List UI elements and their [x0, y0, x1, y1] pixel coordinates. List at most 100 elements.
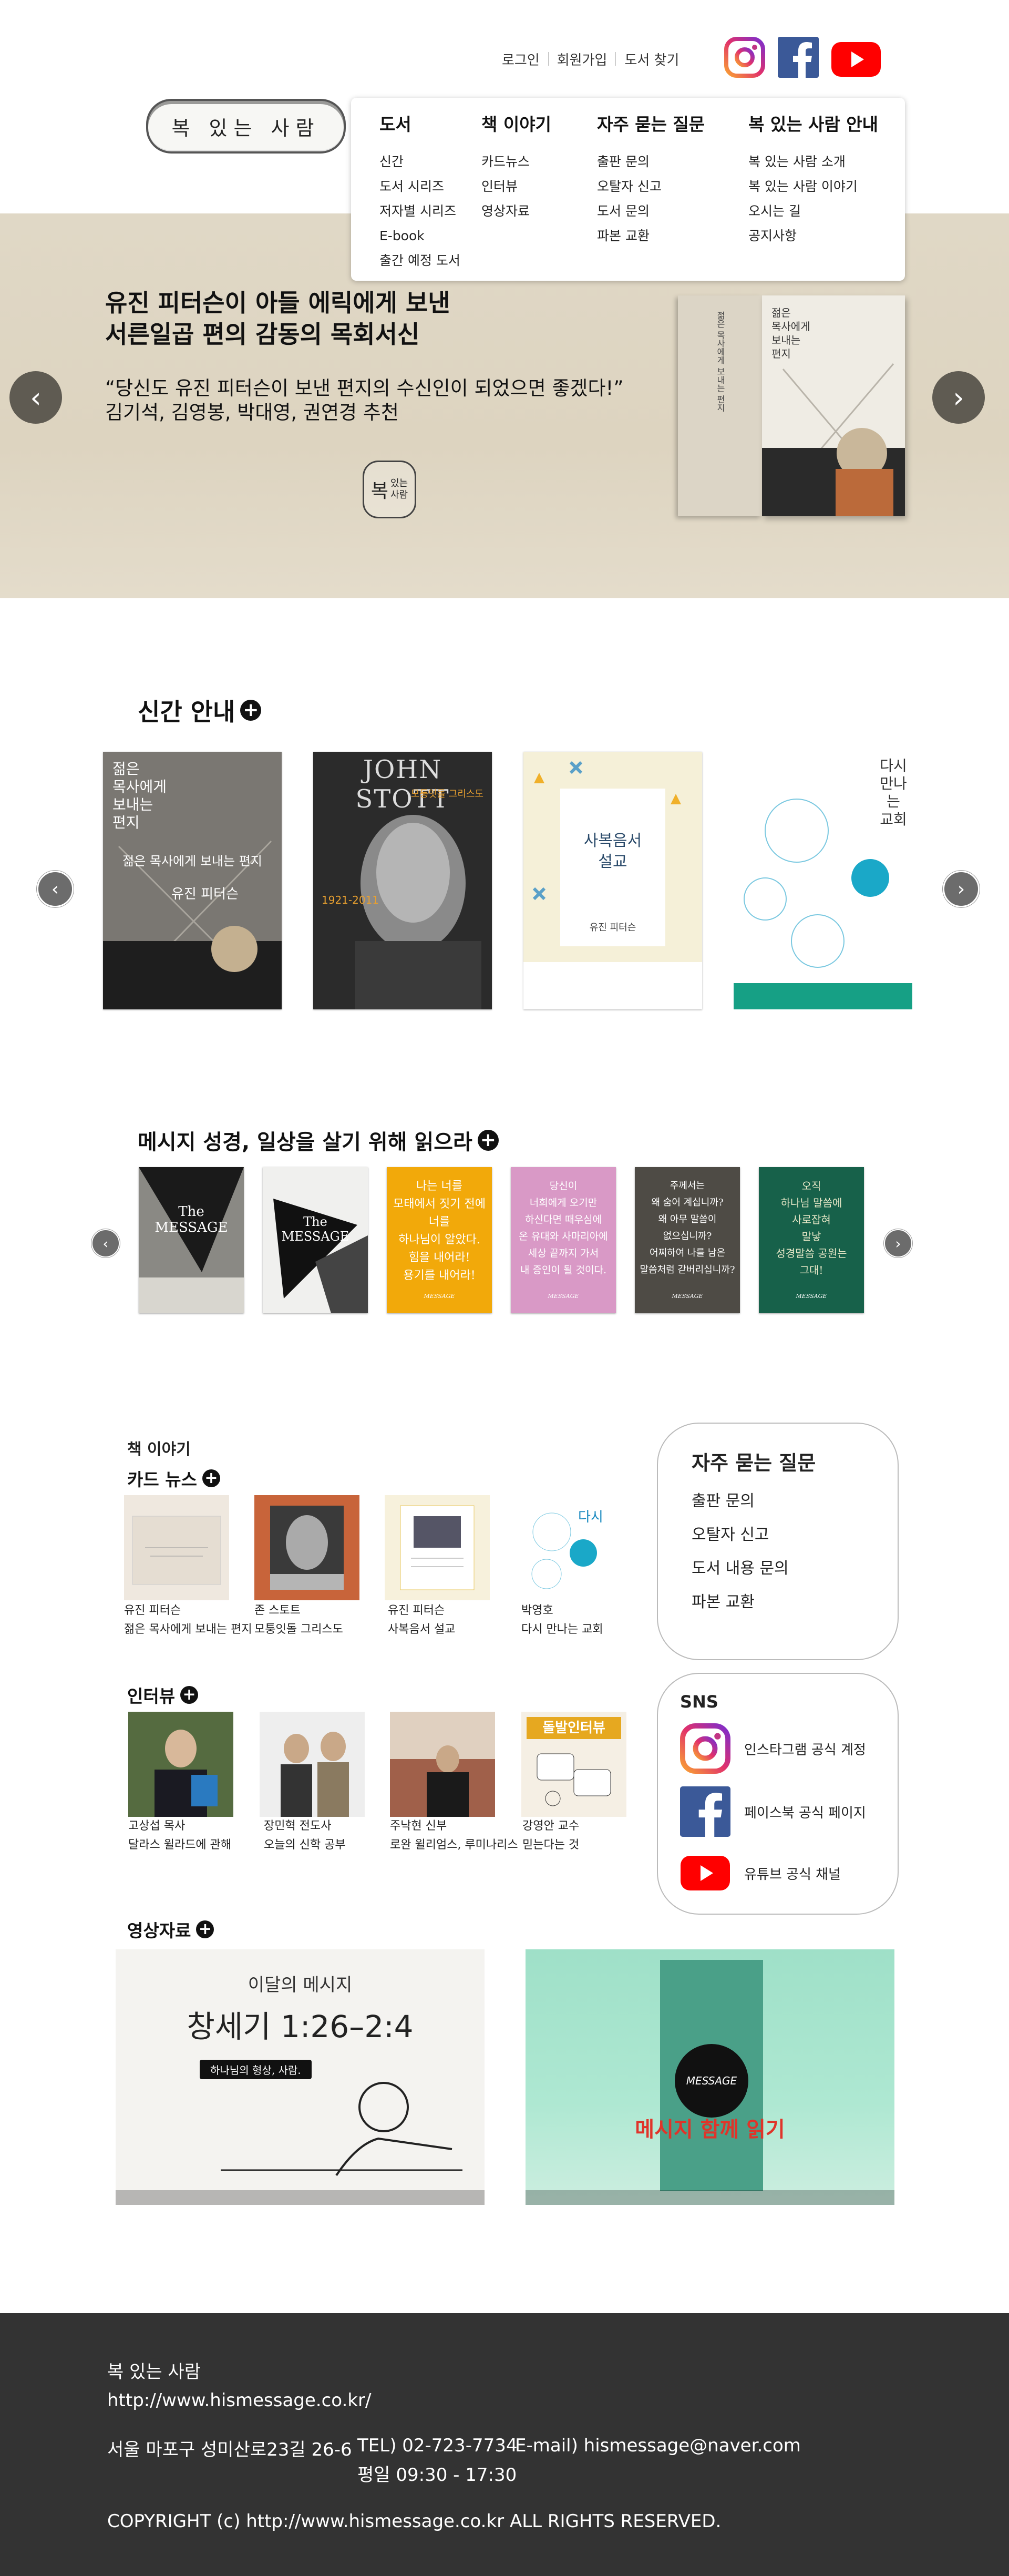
message-book-card[interactable]: The MESSAGE — [263, 1167, 368, 1313]
menu-item[interactable]: 카드뉴스 — [481, 149, 551, 174]
hero-next-button[interactable]: › — [932, 371, 985, 424]
caption-name: 강영안 교수 — [522, 1819, 580, 1833]
interview-thumb[interactable]: 돌발인터뷰 — [521, 1712, 626, 1817]
plus-circle-icon[interactable]: + — [202, 1469, 220, 1487]
card-news-thumb[interactable] — [385, 1495, 490, 1600]
menu-item[interactable]: E-book — [379, 223, 460, 248]
video-book: MESSAGE — [660, 1960, 763, 2191]
facebook-icon[interactable] — [778, 37, 819, 78]
faq-item[interactable]: 도서 내용 문의 — [692, 1552, 789, 1586]
sns-label: 인스타그램 공식 계정 — [744, 1742, 866, 1758]
section-title: 인터뷰 — [127, 1686, 176, 1706]
menu-item[interactable]: 저자별 시리즈 — [379, 199, 460, 223]
section-title: 영상자료 — [127, 1920, 191, 1941]
new-book-card[interactable]: JOHN STOTT 모퉁잇돌 그리스도 1921-2011 — [313, 752, 492, 1009]
menu-item[interactable]: 도서 문의 — [597, 199, 705, 223]
menu-title-about[interactable]: 복 있는 사람 안내 — [748, 110, 878, 136]
menu-item[interactable]: 영상자료 — [481, 199, 551, 223]
svg-text:다시: 다시 — [578, 1509, 603, 1525]
card-news-caption[interactable]: 유진 피터슨 젊은 목사에게 보내는 편지 — [124, 1601, 252, 1639]
footer-address: 서울 마포구 성미산로23길 26-6 — [107, 2439, 352, 2460]
menu-item[interactable]: 출판 문의 — [597, 149, 705, 174]
message-books-next-button[interactable]: › — [884, 1229, 912, 1258]
card-news-caption[interactable]: 유진 피터슨 사복음서 설교 — [388, 1601, 455, 1639]
hero-prev-button[interactable]: ‹ — [9, 371, 62, 424]
caption-name: 장민혁 전도사 — [264, 1819, 332, 1833]
section-title: 메시지 성경, 일상을 살기 위해 읽으라 — [138, 1130, 472, 1154]
instagram-icon[interactable] — [724, 37, 765, 78]
menu-item[interactable]: 오시는 길 — [748, 199, 878, 223]
book-subtitle: 모퉁잇돌 그리스도 — [410, 789, 483, 800]
menu-col-book-story: 책 이야기 카드뉴스 인터뷰 영상자료 — [481, 110, 551, 223]
menu-title-books[interactable]: 도서 — [379, 110, 460, 136]
menu-item[interactable]: 인터뷰 — [481, 174, 551, 199]
faq-item[interactable]: 오탈자 신고 — [692, 1518, 789, 1552]
card-news-thumb[interactable] — [254, 1495, 359, 1600]
menu-item[interactable]: 공지사항 — [748, 223, 878, 248]
menu-item[interactable]: 복 있는 사람 이야기 — [748, 174, 878, 199]
interview-caption[interactable]: 강영안 교수 믿는다는 것 — [522, 1817, 579, 1855]
video-player[interactable]: 이달의 메시지 창세기 1:26–2:4 하나님의 형상, 사람. — [116, 1949, 485, 2205]
plus-circle-icon[interactable]: + — [196, 1920, 214, 1938]
new-books-next-button[interactable]: › — [943, 871, 980, 907]
interview-caption[interactable]: 고상섭 목사 달라스 윌라드에 관해 — [128, 1817, 231, 1855]
sns-item-facebook[interactable]: 페이스북 공식 페이지 — [680, 1786, 866, 1837]
card-news-caption[interactable]: 박영호 다시 만나는 교회 — [521, 1601, 603, 1639]
interview-thumb[interactable] — [128, 1712, 233, 1817]
footer-url[interactable]: http://www.hismessage.co.kr/ — [107, 2390, 371, 2411]
menu-item[interactable]: 도서 시리즈 — [379, 174, 460, 199]
message-book-card[interactable]: 오직 하나님 말씀에 사로잡혀 말낳 성경말씀 공원는 그대! MESSAGE — [759, 1167, 864, 1313]
plus-circle-icon[interactable]: + — [180, 1686, 199, 1704]
interview-thumb[interactable] — [260, 1712, 365, 1817]
message-book-card[interactable]: The MESSAGE — [139, 1167, 244, 1313]
card-news-caption[interactable]: 존 스토트 모퉁잇돌 그리스도 — [254, 1601, 343, 1639]
login-link[interactable]: 로그인 — [502, 49, 540, 69]
video-controls[interactable] — [116, 2190, 485, 2205]
message-books-prev-button[interactable]: ‹ — [91, 1229, 120, 1258]
menu-title-book-story[interactable]: 책 이야기 — [481, 110, 551, 136]
new-books-prev-button[interactable]: ‹ — [37, 871, 74, 907]
chevron-left-icon: ‹ — [51, 878, 59, 900]
menu-item[interactable]: 출간 예정 도서 — [379, 248, 460, 273]
hero-title-line: 유진 피터슨이 아들 에릭에게 보낸 — [105, 289, 450, 317]
card-news-thumb[interactable] — [124, 1495, 229, 1600]
signup-link[interactable]: 회원가입 — [557, 49, 608, 69]
new-book-card[interactable]: 젊은 목사에게 보내는 편지 젊은 목사에게 보내는 편지 유진 피터슨 — [103, 752, 282, 1009]
plus-circle-icon[interactable]: + — [477, 1130, 499, 1151]
video-controls[interactable] — [526, 2190, 894, 2205]
interviews-heading[interactable]: 인터뷰 + — [127, 1682, 199, 1708]
menu-item[interactable]: 오탈자 신고 — [597, 174, 705, 199]
youtube-icon[interactable] — [831, 42, 881, 77]
logo[interactable]: 복 있는 사람 — [146, 99, 346, 154]
faq-item[interactable]: 출판 문의 — [692, 1485, 789, 1518]
message-books-heading[interactable]: 메시지 성경, 일상을 살기 위해 읽으라 + — [138, 1125, 499, 1156]
sns-item-youtube[interactable]: 유튜브 공식 채널 — [680, 1856, 841, 1890]
video-player[interactable]: MESSAGE 메시지 함께 읽기 — [526, 1949, 894, 2205]
menu-item[interactable]: 신간 — [379, 149, 460, 174]
interview-caption[interactable]: 주낙현 신부 로완 윌리엄스, 루미나리스 — [390, 1817, 518, 1855]
message-book-card[interactable]: 당신이 너희에게 오기만 하신다면 때우심에 온 유대와 사마리아에 세상 끝까… — [511, 1167, 616, 1313]
book-search-link[interactable]: 도서 찾기 — [624, 49, 679, 69]
chevron-right-icon: › — [953, 381, 964, 414]
footer-email[interactable]: E-mail) hismessage@naver.com — [515, 2435, 801, 2456]
interview-photo-art — [260, 1712, 365, 1817]
message-book-card[interactable]: 나는 너를 모태에서 짓기 전에 너를 하나님이 알았다. 힘을 내어라! 용기… — [387, 1167, 492, 1313]
menu-title-faq[interactable]: 자주 묻는 질문 — [597, 110, 705, 136]
stamp-text: 사람 — [390, 489, 408, 500]
card-news-heading[interactable]: 카드 뉴스 + — [127, 1466, 220, 1491]
card-news-thumb[interactable]: 다시 — [515, 1495, 620, 1600]
new-book-card[interactable]: 사복음서 설교 유진 피터슨 — [523, 752, 702, 1009]
faq-item[interactable]: 파본 교환 — [692, 1586, 789, 1619]
plus-circle-icon[interactable]: + — [240, 700, 262, 721]
interview-thumb[interactable] — [390, 1712, 495, 1817]
menu-item[interactable]: 복 있는 사람 소개 — [748, 149, 878, 174]
interview-caption[interactable]: 장민혁 전도사 오늘의 신학 공부 — [264, 1817, 346, 1855]
videos-heading[interactable]: 영상자료 + — [127, 1917, 214, 1942]
new-book-card[interactable]: 다시 만나는 교회 — [734, 752, 912, 1009]
message-logo: MESSAGE — [672, 1293, 703, 1300]
hero-book-cover[interactable]: 젊은 목사에게 보내는 편지 — [762, 295, 905, 516]
sns-item-instagram[interactable]: 인스타그램 공식 계정 — [680, 1723, 866, 1774]
menu-item[interactable]: 파본 교환 — [597, 223, 705, 248]
new-books-heading[interactable]: 신간 안내 + — [138, 693, 262, 728]
message-book-card[interactable]: 주께서는 왜 숨어 계십니까? 왜 아무 말씀이 없으십니까? 어찌하여 나를 … — [635, 1167, 740, 1313]
